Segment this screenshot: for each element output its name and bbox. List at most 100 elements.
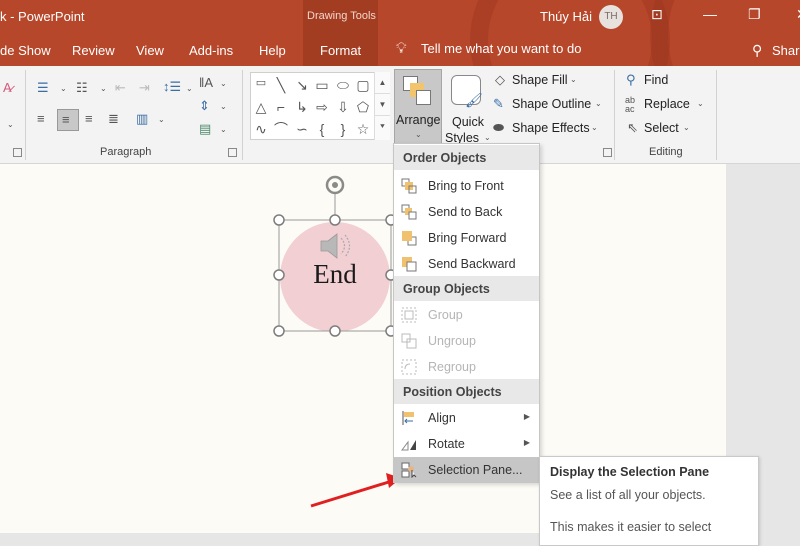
line-spacing-icon[interactable]: ↕☰ <box>163 80 181 93</box>
curve-shape-icon[interactable]: ∽ <box>292 122 312 136</box>
right-brace-shape-icon[interactable]: } <box>333 122 353 136</box>
menu-item-label: Align <box>428 411 456 425</box>
title-bar: k - PowerPoint Drawing Tools Thúy Hải TH… <box>0 0 800 66</box>
annotation-arrow <box>310 473 401 508</box>
columns-dropdown-icon[interactable]: ⌄ <box>158 116 165 124</box>
numbering-icon[interactable]: ☷ <box>76 81 88 94</box>
close-icon[interactable]: ✕ <box>796 6 800 23</box>
tab-view[interactable]: View <box>136 43 164 58</box>
shape-effects-button[interactable]: ⬬ Shape Effects ⌄ <box>493 120 608 140</box>
share-button[interactable]: Share <box>772 43 800 58</box>
tab-add-ins[interactable]: Add-ins <box>189 43 233 58</box>
arrange-button[interactable]: Arrange ⌄ <box>394 69 442 147</box>
font-dialog-launcher-icon[interactable] <box>13 148 22 157</box>
text-box-shape-icon[interactable]: ▭ <box>251 78 271 89</box>
drawing-tools-label: Drawing Tools <box>307 10 376 22</box>
gallery-scroll-up-icon[interactable]: ▲ <box>375 72 390 94</box>
text-direction-dropdown-icon[interactable]: ⌄ <box>220 80 227 88</box>
elbow-arrow-connector-shape-icon[interactable]: ↳ <box>292 100 312 114</box>
bullets-icon[interactable]: ☰ <box>37 81 49 94</box>
arc-shape-icon[interactable]: ⌒ <box>271 122 291 136</box>
restore-icon[interactable]: ❐ <box>748 6 761 23</box>
magnifier-icon: ⚲ <box>626 72 636 87</box>
line-spacing-dropdown-icon[interactable]: ⌄ <box>186 85 193 93</box>
rotate-handle-icon[interactable] <box>325 175 345 195</box>
menu-item-label: Selection Pane... <box>428 463 523 477</box>
menu-item-send-backward[interactable]: Send Backward <box>394 251 539 276</box>
cursor-icon: ⇖ <box>627 120 638 135</box>
line-shape-icon[interactable]: ╲ <box>271 78 291 92</box>
drawing-dialog-launcher-icon[interactable] <box>603 148 612 157</box>
columns-icon[interactable]: ▥ <box>136 112 148 125</box>
left-brace-shape-icon[interactable]: { <box>312 122 332 136</box>
gallery-scroll-down-icon[interactable]: ▼ <box>375 94 390 116</box>
share-person-icon[interactable]: ⚲ <box>752 42 762 59</box>
menu-item-align[interactable]: Align ▶ <box>394 405 539 430</box>
rounded-rectangle-shape-icon[interactable]: ▢ <box>353 78 373 92</box>
rectangle-shape-icon[interactable]: ▭ <box>312 78 332 92</box>
menu-item-selection-pane[interactable]: Selection Pane... <box>394 457 539 482</box>
increase-indent-icon[interactable]: ⇥ <box>139 81 150 94</box>
submenu-arrow-icon: ▶ <box>523 438 530 447</box>
tab-slide-show[interactable]: de Show <box>0 43 51 58</box>
shape-outline-button[interactable]: ✎ Shape Outline ⌄ <box>493 96 608 116</box>
decrease-indent-icon[interactable]: ⇤ <box>115 81 126 94</box>
resize-handle[interactable] <box>329 214 341 226</box>
tab-help[interactable]: Help <box>259 43 286 58</box>
resize-handle[interactable] <box>273 214 285 226</box>
bullets-dropdown-icon[interactable]: ⌄ <box>60 85 67 93</box>
bring-forward-icon <box>402 231 417 246</box>
menu-item-bring-forward[interactable]: Bring Forward <box>394 225 539 250</box>
replace-button[interactable]: ab ac Replace ⌄ <box>625 96 710 116</box>
clear-formatting-icon[interactable]: A̷ <box>3 81 12 94</box>
triangle-shape-icon[interactable]: △ <box>251 100 271 114</box>
font-more-chevron-icon[interactable]: ⌄ <box>7 121 14 129</box>
freeform-shape-icon[interactable]: ⬠ <box>353 100 373 114</box>
shape-fill-dropdown-icon: ⌄ <box>570 75 577 84</box>
group-icon <box>401 307 417 323</box>
arrow-line-shape-icon[interactable]: ↘ <box>292 78 312 92</box>
selection-pane-icon <box>401 462 417 478</box>
arrange-icon-front <box>416 90 431 105</box>
tab-review[interactable]: Review <box>72 43 115 58</box>
elbow-connector-shape-icon[interactable]: ⌐ <box>271 100 291 114</box>
group-separator <box>25 70 26 160</box>
gallery-more-icon[interactable]: ⯆ <box>375 116 390 138</box>
smartart-dropdown-icon[interactable]: ⌄ <box>220 126 227 134</box>
text-direction-icon[interactable]: ‖A <box>199 76 213 89</box>
tab-format[interactable]: Format <box>320 43 361 58</box>
menu-item-regroup: Regroup <box>394 354 539 379</box>
minimize-icon[interactable]: — <box>703 6 717 22</box>
down-arrow-shape-icon[interactable]: ⇩ <box>333 100 353 114</box>
tell-me-search[interactable]: Tell me what you want to do <box>421 41 581 56</box>
resize-handle[interactable] <box>273 269 285 281</box>
ribbon-display-options-icon[interactable]: ⊡ <box>651 6 663 23</box>
paragraph-dialog-launcher-icon[interactable] <box>228 148 237 157</box>
right-arrow-shape-icon[interactable]: ⇨ <box>312 100 332 114</box>
menu-item-rotate[interactable]: Rotate ▶ <box>394 431 539 456</box>
resize-handle[interactable] <box>273 325 285 337</box>
select-button[interactable]: ⇖ Select ⌄ <box>625 120 695 140</box>
menu-item-group: Group <box>394 302 539 327</box>
align-center-button[interactable]: ≡ <box>57 109 79 131</box>
convert-to-smartart-icon[interactable]: ▤ <box>199 122 211 135</box>
align-text-dropdown-icon[interactable]: ⌄ <box>220 103 227 111</box>
align-text-icon[interactable]: ⇕ <box>199 99 210 112</box>
menu-item-label: Send to Back <box>428 205 503 219</box>
justify-icon[interactable]: ≣ <box>108 112 119 125</box>
scribble-shape-icon[interactable]: ∿ <box>251 122 271 136</box>
shape-fill-button[interactable]: ◇ Shape Fill ⌄ <box>493 72 603 92</box>
quick-styles-button[interactable]: 🖌︎ Quick Styles ⌄ <box>445 72 491 146</box>
numbering-dropdown-icon[interactable]: ⌄ <box>100 85 107 93</box>
align-right-icon[interactable]: ≡ <box>85 112 93 125</box>
resize-handle[interactable] <box>329 325 341 337</box>
menu-item-send-to-back[interactable]: Send to Back <box>394 199 539 224</box>
user-avatar[interactable]: TH <box>599 5 623 29</box>
align-left-icon[interactable]: ≡ <box>37 112 45 125</box>
oval-shape-icon[interactable]: ⬭ <box>333 78 353 92</box>
menu-item-bring-to-front[interactable]: Bring to Front <box>394 173 539 198</box>
find-button[interactable]: ⚲ Find <box>625 72 685 92</box>
lightbulb-icon: 💡︎ <box>396 40 407 57</box>
shapes-gallery: ▭ ╲ ↘ ▭ ⬭ ▢ △ ⌐ ↳ ⇨ ⇩ ⬠ ∿ ⌒ ∽ { } ☆ <box>250 72 390 140</box>
star-shape-icon[interactable]: ☆ <box>353 122 373 136</box>
